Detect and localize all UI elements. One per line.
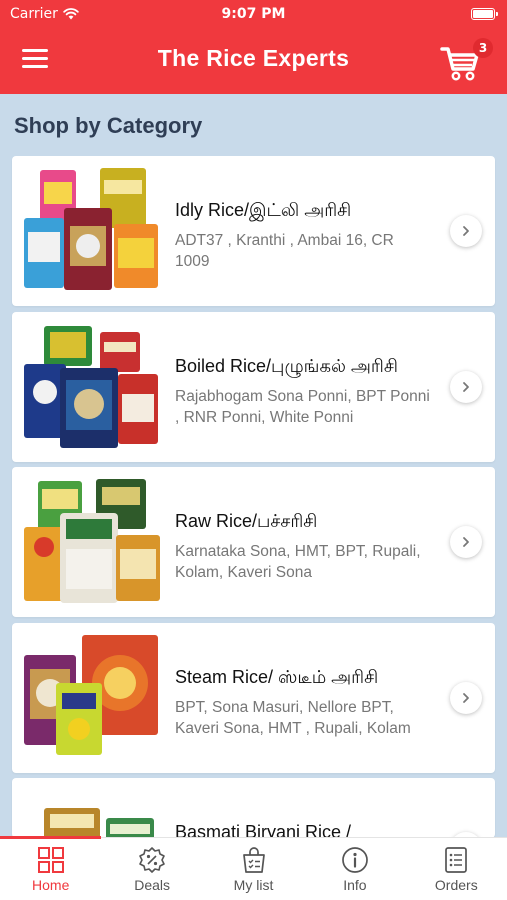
orders-list-icon [445, 847, 468, 873]
tab-label: Orders [434, 877, 478, 893]
battery-icon [471, 8, 498, 20]
category-card-idly-rice[interactable]: Idly Rice/இட்லி அரிசி ADT37 , Kranthi , … [12, 156, 495, 306]
category-card-basmati-biryani-rice[interactable]: Basmati Biryani Rice / [12, 778, 495, 838]
info-icon [342, 847, 368, 873]
category-description: ADT37 , Kranthi , Ambai 16, CR 1009 [175, 232, 394, 270]
tab-info[interactable]: Info [304, 838, 405, 900]
category-name: Boiled Rice/புழுங்கல் அரிசி [175, 356, 398, 376]
category-description: Rajabhogam Sona Ponni, BPT Ponni , RNR P… [175, 388, 430, 426]
category-name: Raw Rice/பச்சரிசி [175, 511, 318, 531]
basmati-rice-product-image [44, 808, 154, 838]
raw-rice-product-image [24, 479, 160, 603]
category-description: Karnataka Sona, HMT, BPT, Rupali, Kolam,… [175, 543, 421, 581]
bottom-tab-bar: Home Deals My list Info Orders [0, 836, 507, 900]
category-card-steam-rice[interactable]: Steam Rice/ ஸ்டீம் அரிசி BPT, Sona Masur… [12, 623, 495, 773]
grid-icon [37, 847, 64, 873]
tab-my-list[interactable]: My list [203, 838, 304, 900]
category-description: BPT, Sona Masuri, Nellore BPT, Kaveri So… [175, 699, 411, 737]
category-name: Steam Rice/ ஸ்டீம் அரிசி [175, 667, 379, 687]
chevron-right-button[interactable] [450, 526, 482, 558]
section-title: Shop by Category [14, 113, 203, 138]
chevron-right-icon [463, 537, 469, 547]
category-card-raw-rice[interactable]: Raw Rice/பச்சரிசி Karnataka Sona, HMT, B… [12, 467, 495, 617]
chevron-right-button[interactable] [450, 682, 482, 714]
chevron-right-button[interactable] [450, 371, 482, 403]
tab-label: My list [233, 877, 274, 893]
tab-orders[interactable]: Orders [406, 838, 507, 900]
idly-rice-product-image [24, 168, 158, 290]
tab-label: Info [343, 877, 367, 893]
app-title: The Rice Experts [157, 45, 350, 71]
cart-count-badge: 3 [473, 38, 493, 58]
tab-home[interactable]: Home [0, 838, 101, 900]
category-card-boiled-rice[interactable]: Boiled Rice/புழுங்கல் அரிசி Rajabhogam S… [12, 312, 495, 462]
discount-badge-icon [139, 847, 165, 873]
steam-rice-product-image [24, 635, 158, 755]
category-name: Idly Rice/இட்லி அரிசி [175, 200, 352, 220]
tab-label: Deals [134, 877, 170, 893]
chevron-right-button[interactable] [450, 215, 482, 247]
chevron-right-icon [463, 226, 469, 236]
chevron-right-icon [463, 693, 469, 703]
category-name: Basmati Biryani Rice / [175, 822, 352, 838]
boiled-rice-product-image [24, 326, 158, 448]
shopping-bag-list-icon [242, 847, 265, 873]
status-time: 9:07 PM [221, 6, 286, 22]
app-header: The Rice Experts 3 [0, 28, 507, 94]
tab-deals[interactable]: Deals [101, 838, 202, 900]
chevron-right-icon [463, 382, 469, 392]
status-bar: Carrier 9:07 PM [0, 0, 507, 28]
tab-label: Home [32, 877, 70, 893]
